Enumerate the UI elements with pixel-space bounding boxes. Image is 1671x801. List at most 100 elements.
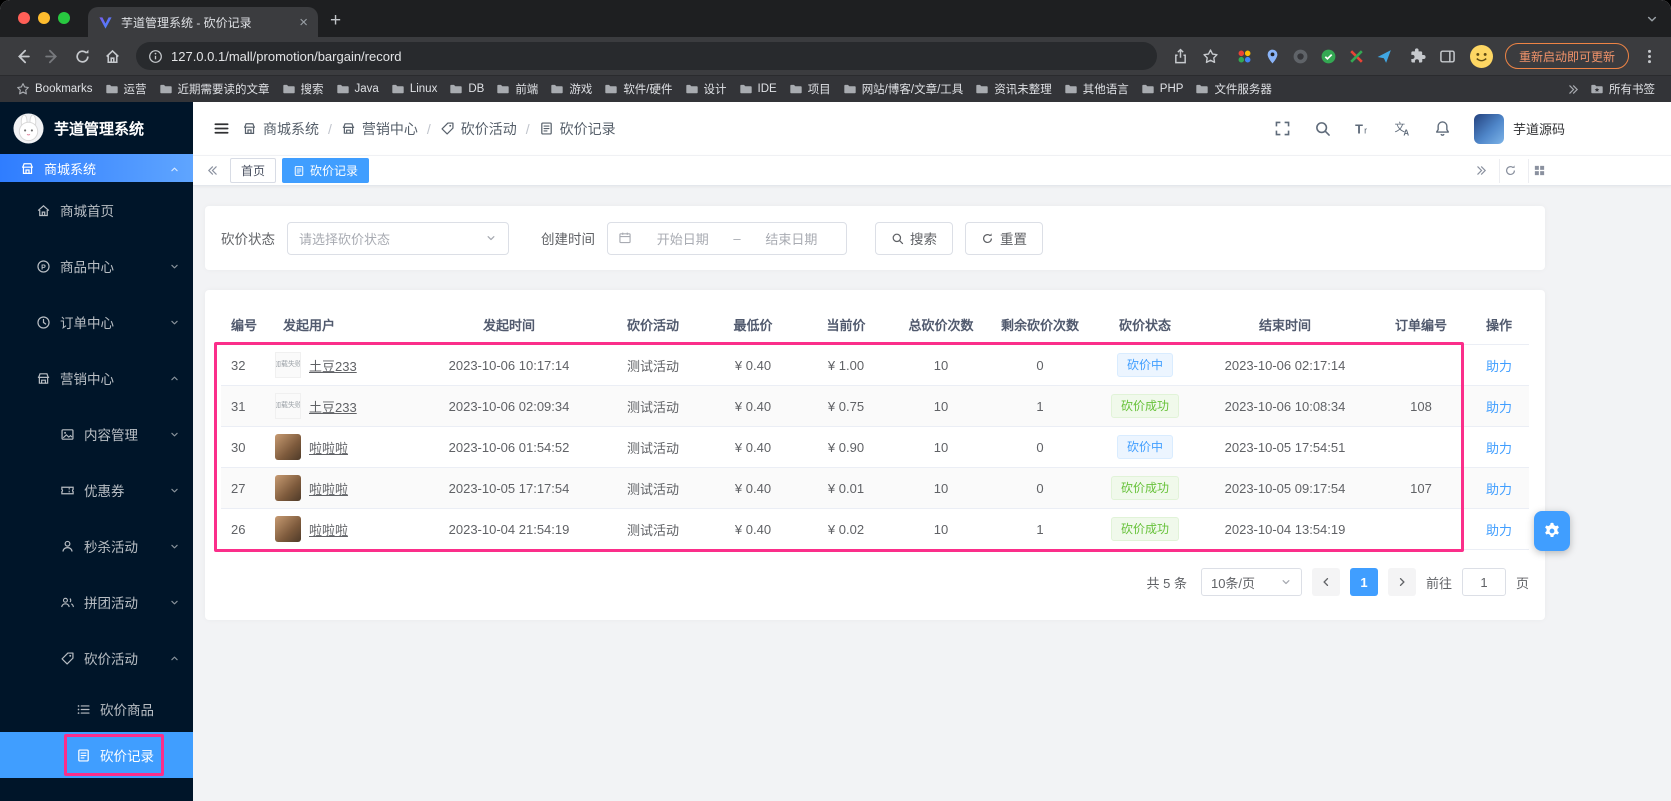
bookmark-folder-8[interactable]: 软件/硬件: [598, 78, 678, 100]
user-link[interactable]: 啦啦啦: [309, 479, 348, 498]
tags-scroll-right-icon[interactable]: [1470, 159, 1492, 183]
browser-tab[interactable]: 芋道管理系统 - 砍价记录 ×: [88, 7, 318, 37]
sidebar-item-goods[interactable]: 砍价商品: [0, 686, 193, 732]
tags-layout-icon[interactable]: [1528, 158, 1550, 183]
sidebar-item-seckill[interactable]: 秒杀活动: [0, 518, 193, 574]
assist-link[interactable]: 助力: [1486, 441, 1512, 456]
home-button[interactable]: [98, 42, 126, 70]
assist-link[interactable]: 助力: [1486, 400, 1512, 415]
tab-close-icon[interactable]: ×: [299, 15, 308, 30]
browser-menu-icon[interactable]: [1635, 42, 1663, 70]
all-bookmarks-item[interactable]: 所有书签: [1584, 78, 1661, 100]
bookmarks-star-item[interactable]: Bookmarks: [10, 79, 99, 99]
user-link[interactable]: 土豆233: [309, 397, 357, 416]
sidebar-item-record[interactable]: 砍价记录: [0, 732, 193, 778]
bookmark-folder-5[interactable]: DB: [443, 79, 490, 99]
user-link[interactable]: 啦啦啦: [309, 520, 348, 539]
search-icon[interactable]: [1314, 120, 1331, 137]
extension-x-icon[interactable]: [1348, 48, 1365, 65]
extension-colorful-grid-icon[interactable]: [1236, 48, 1253, 65]
tag-1[interactable]: 砍价记录: [282, 158, 370, 183]
extensions-puzzle-icon[interactable]: [1404, 42, 1432, 70]
sidebar-item-coupon[interactable]: 优惠券: [0, 462, 193, 518]
page-1-button[interactable]: 1: [1349, 568, 1378, 596]
extension-green-circle-icon[interactable]: [1320, 48, 1337, 65]
notifications-bell-icon[interactable]: [1434, 120, 1451, 137]
back-button[interactable]: [8, 42, 36, 70]
bookmark-folder-6[interactable]: 前端: [490, 78, 544, 100]
extension-dark-circle-icon[interactable]: [1292, 48, 1309, 65]
tags-refresh-icon[interactable]: [1499, 158, 1521, 183]
assist-link[interactable]: 助力: [1486, 523, 1512, 538]
breadcrumb-item-shop[interactable]: 商城系统: [242, 119, 319, 139]
table-row[interactable]: 31 加载失败 土豆233 2023-10-06 02:09:34 测试活动 ¥ 0.40…: [221, 386, 1529, 427]
forward-button[interactable]: [38, 42, 66, 70]
bookmark-folder-3[interactable]: Java: [330, 79, 385, 99]
window-close-button[interactable]: [18, 12, 30, 24]
goto-page-input[interactable]: [1461, 568, 1506, 596]
font-size-icon[interactable]: Tr: [1354, 120, 1371, 137]
reset-button[interactable]: 重置: [965, 221, 1043, 255]
table-row[interactable]: 27 啦啦啦 2023-10-05 17:17:54 测试活动 ¥ 0.40 ¥ 0.01…: [221, 468, 1529, 509]
app-logo-row[interactable]: 芋道管理系统: [0, 102, 193, 154]
user-link[interactable]: 啦啦啦: [309, 438, 348, 457]
address-bar[interactable]: 127.0.0.1/mall/promotion/bargain/record: [136, 42, 1157, 70]
bookmark-folder-1[interactable]: 近期需要读的文章: [153, 78, 276, 100]
reload-button[interactable]: [68, 42, 96, 70]
table-row[interactable]: 26 啦啦啦 2023-10-04 21:54:19 测试活动 ¥ 0.40 ¥ 0.02…: [221, 509, 1529, 550]
sidebar-item-content[interactable]: 内容管理: [0, 406, 193, 462]
sidebar-item-marketing[interactable]: 营销中心: [0, 350, 193, 406]
bookmarks-overflow-icon[interactable]: [1567, 83, 1580, 96]
date-range-picker[interactable]: 开始日期 – 结束日期: [607, 221, 847, 255]
bookmark-folder-2[interactable]: 搜索: [276, 78, 330, 100]
sidebar-item-shop[interactable]: 商城系统: [0, 154, 193, 182]
bookmark-folder-10[interactable]: IDE: [733, 79, 783, 99]
assist-link[interactable]: 助力: [1486, 359, 1512, 374]
assist-link[interactable]: 助力: [1486, 482, 1512, 497]
new-tab-button[interactable]: +: [330, 10, 341, 32]
table-row[interactable]: 32 加载失败 土豆233 2023-10-06 10:17:14 测试活动 ¥ 0.40…: [221, 345, 1529, 386]
site-info-icon[interactable]: [148, 49, 163, 64]
bookmark-star-icon[interactable]: [1197, 42, 1225, 70]
sidebar-item-product[interactable]: P 商品中心: [0, 238, 193, 294]
bookmark-folder-15[interactable]: PHP: [1135, 79, 1190, 99]
sidebar-item-groupon[interactable]: 拼团活动: [0, 574, 193, 630]
extension-pin-icon[interactable]: [1264, 48, 1281, 65]
bookmark-folder-16[interactable]: 文件服务器: [1189, 78, 1278, 100]
status-filter-select[interactable]: 请选择砍价状态: [287, 221, 509, 255]
window-zoom-button[interactable]: [58, 12, 70, 24]
bookmark-folder-14[interactable]: 其他语言: [1058, 78, 1135, 100]
bookmark-folder-13[interactable]: 资讯未整理: [969, 78, 1058, 100]
side-panel-icon[interactable]: [1434, 42, 1462, 70]
breadcrumb-item-bargain[interactable]: 砍价活动: [440, 119, 517, 139]
bookmark-folder-12[interactable]: 网站/博客/文章/工具: [837, 78, 970, 100]
sidebar-item-order[interactable]: 订单中心: [0, 294, 193, 350]
update-button[interactable]: 重新启动即可更新: [1504, 43, 1629, 69]
bookmark-folder-9[interactable]: 设计: [679, 78, 733, 100]
tag-0[interactable]: 首页: [230, 158, 277, 183]
user-link[interactable]: 土豆233: [309, 356, 357, 375]
search-button[interactable]: 搜索: [875, 221, 953, 255]
bookmark-folder-4[interactable]: Linux: [385, 79, 444, 99]
extension-send-icon[interactable]: [1376, 48, 1393, 65]
fullscreen-icon[interactable]: [1274, 120, 1291, 137]
page-size-select[interactable]: 10条/页: [1200, 568, 1302, 596]
breadcrumb-item-record[interactable]: 砍价记录: [539, 119, 616, 139]
user-menu[interactable]: 芋道源码: [1473, 113, 1565, 144]
bookmark-folder-7[interactable]: 游戏: [544, 78, 598, 100]
tab-search-chevron-icon[interactable]: [1645, 10, 1659, 26]
tags-scroll-left-icon[interactable]: [201, 159, 223, 183]
sidebar-item-bargain[interactable]: 砍价活动: [0, 630, 193, 686]
collapse-menu-icon[interactable]: [213, 120, 230, 137]
bookmark-folder-11[interactable]: 项目: [783, 78, 837, 100]
breadcrumb-item-marketing[interactable]: 营销中心: [341, 119, 418, 139]
next-page-button[interactable]: [1387, 568, 1416, 596]
table-row[interactable]: 30 啦啦啦 2023-10-06 01:54:52 测试活动 ¥ 0.40 ¥ 0.90…: [221, 427, 1529, 468]
window-minimize-button[interactable]: [38, 12, 50, 24]
share-icon[interactable]: [1167, 42, 1195, 70]
settings-gear-button[interactable]: [1534, 511, 1570, 551]
language-icon[interactable]: 文A: [1394, 120, 1411, 137]
prev-page-button[interactable]: [1311, 568, 1340, 596]
profile-avatar[interactable]: [1469, 44, 1493, 68]
bookmark-folder-0[interactable]: 运营: [99, 78, 153, 100]
